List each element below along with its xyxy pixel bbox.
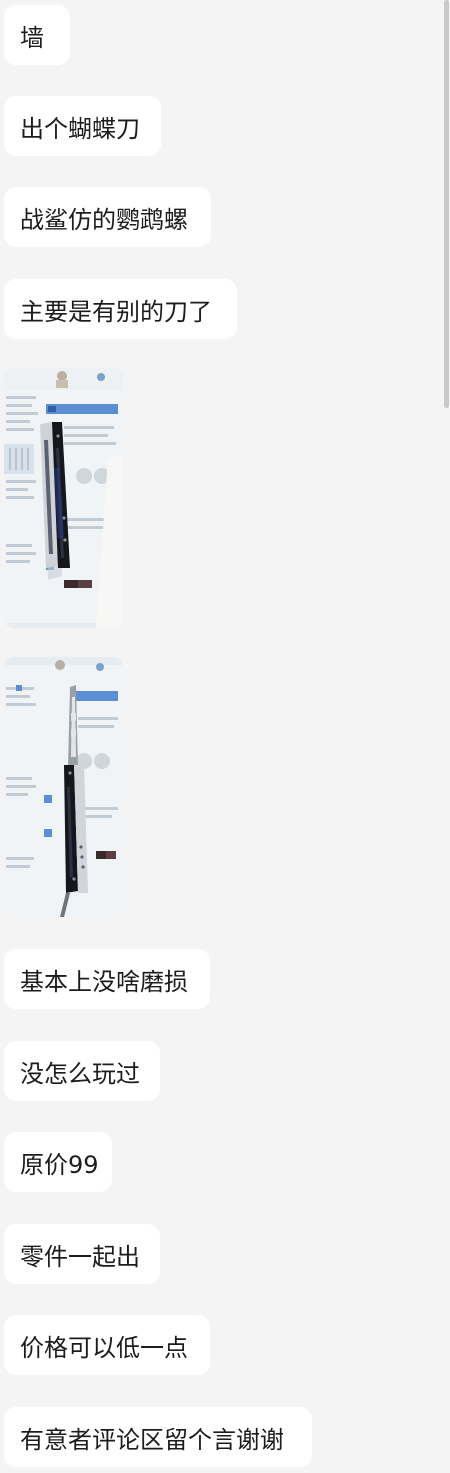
knife-photo-open-image (4, 657, 123, 917)
message-bubble[interactable]: 墙 (4, 5, 70, 65)
message-bubble[interactable]: 出个蝴蝶刀 (4, 96, 161, 156)
knife-photo-closed[interactable] (4, 368, 123, 628)
message-text: 有意者评论区留个言谢谢 (20, 1425, 284, 1454)
message-text: 主要是有别的刀了 (20, 297, 212, 326)
message-bubble[interactable]: 原价99 (4, 1132, 112, 1192)
message-bubble[interactable]: 价格可以低一点 (4, 1315, 210, 1375)
message-text: 出个蝴蝶刀 (20, 114, 140, 143)
message-bubble[interactable]: 零件一起出 (4, 1224, 160, 1284)
message-bubble[interactable]: 战鲨仿的鹦鹉螺 (4, 187, 211, 247)
knife-photo-open[interactable] (4, 657, 123, 917)
message-text: 战鲨仿的鹦鹉螺 (20, 205, 188, 234)
scrollbar[interactable] (444, 0, 449, 408)
message-text: 价格可以低一点 (20, 1333, 188, 1362)
message-text: 基本上没啥磨损 (20, 967, 188, 996)
message-text: 没怎么玩过 (20, 1059, 140, 1088)
message-text: 原价99 (20, 1150, 99, 1179)
message-text: 墙 (20, 23, 44, 52)
message-bubble[interactable]: 有意者评论区留个言谢谢 (4, 1407, 312, 1467)
message-text: 零件一起出 (20, 1242, 140, 1271)
knife-photo-closed-image (4, 368, 123, 628)
message-bubble[interactable]: 没怎么玩过 (4, 1041, 160, 1101)
message-bubble[interactable]: 主要是有别的刀了 (4, 279, 237, 339)
message-bubble[interactable]: 基本上没啥磨损 (4, 949, 210, 1009)
